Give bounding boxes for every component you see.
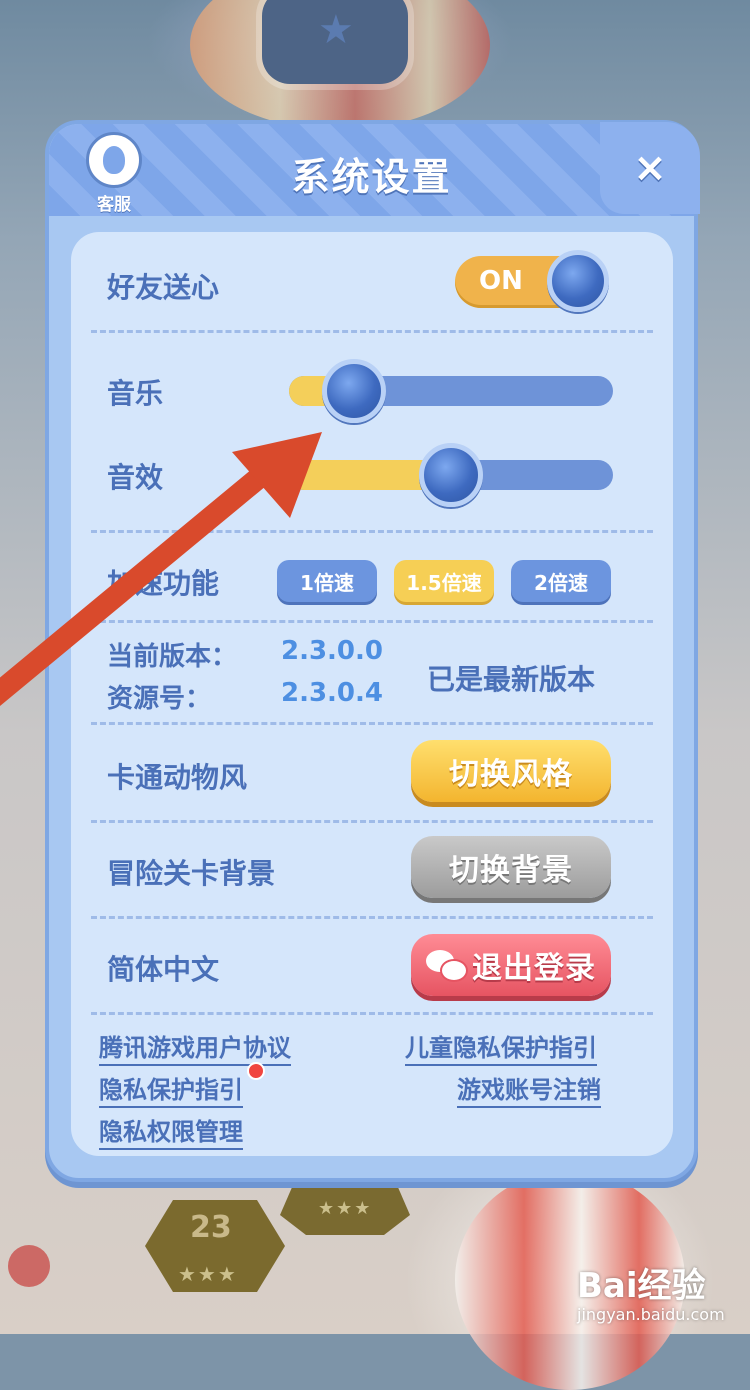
music-slider[interactable] — [289, 359, 613, 423]
settings-dialog: 客服 系统设置 × 好友送心 ON 音乐 音效 加速功能 1倍速 1.5倍速 2… — [45, 120, 700, 1182]
notification-dot — [247, 1062, 265, 1080]
logout-label: 退出登录 — [472, 951, 596, 986]
toggle-state-text: ON — [479, 266, 523, 296]
privacy-guide-link[interactable]: 隐私保护指引 — [99, 1070, 243, 1108]
language-label: 简体中文 — [107, 953, 220, 986]
sound-effect-slider-knob[interactable] — [419, 443, 483, 507]
watermark-logo-text: Bai经验 — [577, 1266, 706, 1306]
speed-1x-button[interactable]: 1倍速 — [277, 560, 377, 602]
settings-panel: 好友送心 ON 音乐 音效 加速功能 1倍速 1.5倍速 2倍速 当前版本： 2… — [71, 232, 673, 1156]
adventure-background-label: 冒险关卡背景 — [107, 857, 276, 890]
dialog-header: 客服 系统设置 × — [49, 122, 700, 216]
resource-version-label: 资源号： — [107, 684, 212, 714]
red-balloon-icon — [8, 1245, 50, 1287]
divider — [91, 330, 653, 333]
switch-style-button[interactable]: 切换风格 — [411, 740, 611, 802]
version-status: 已是最新版本 — [427, 663, 596, 696]
account-cancel-link[interactable]: 游戏账号注销 — [457, 1070, 601, 1108]
music-label: 音乐 — [107, 377, 164, 410]
style-label: 卡通动物风 — [107, 761, 248, 794]
divider — [91, 916, 653, 919]
divider — [91, 530, 653, 533]
divider — [91, 1012, 653, 1015]
speed-2x-button[interactable]: 2倍速 — [511, 560, 611, 602]
friend-heart-toggle[interactable]: ON — [455, 250, 609, 312]
current-version-value: 2.3.0.0 — [281, 636, 383, 666]
toggle-knob[interactable] — [547, 250, 609, 312]
divider — [91, 722, 653, 725]
friend-heart-label: 好友送心 — [107, 271, 220, 304]
watermark-url: jingyan.baidu.com — [577, 1305, 725, 1324]
sound-effect-slider[interactable] — [289, 443, 613, 507]
music-slider-knob[interactable] — [321, 359, 386, 423]
close-button[interactable]: × — [600, 122, 700, 214]
level-stars: ★★★ — [178, 1262, 238, 1286]
sound-effect-label: 音效 — [107, 461, 164, 494]
baidu-watermark: Bai经验 jingyan.baidu.com — [577, 1258, 747, 1328]
star-icon: ★ — [318, 7, 354, 53]
level-number: 23 — [190, 1210, 232, 1245]
child-privacy-link[interactable]: 儿童隐私保护指引 — [405, 1028, 597, 1066]
speed-1-5x-button[interactable]: 1.5倍速 — [394, 560, 494, 602]
logout-button[interactable]: 退出登录 — [411, 934, 611, 996]
close-icon: × — [633, 145, 667, 191]
divider — [91, 820, 653, 823]
level-stars: ★★★ — [318, 1198, 373, 1219]
current-version-label: 当前版本： — [107, 642, 238, 672]
speed-label: 加速功能 — [107, 567, 220, 600]
divider — [91, 620, 653, 623]
dialog-title: 系统设置 — [291, 155, 452, 199]
resource-version-value: 2.3.0.4 — [281, 678, 383, 708]
permission-manage-link[interactable]: 隐私权限管理 — [99, 1112, 243, 1150]
user-agreement-link[interactable]: 腾讯游戏用户协议 — [99, 1028, 291, 1066]
wechat-icon — [426, 950, 468, 982]
switch-background-button[interactable]: 切换背景 — [411, 836, 611, 898]
